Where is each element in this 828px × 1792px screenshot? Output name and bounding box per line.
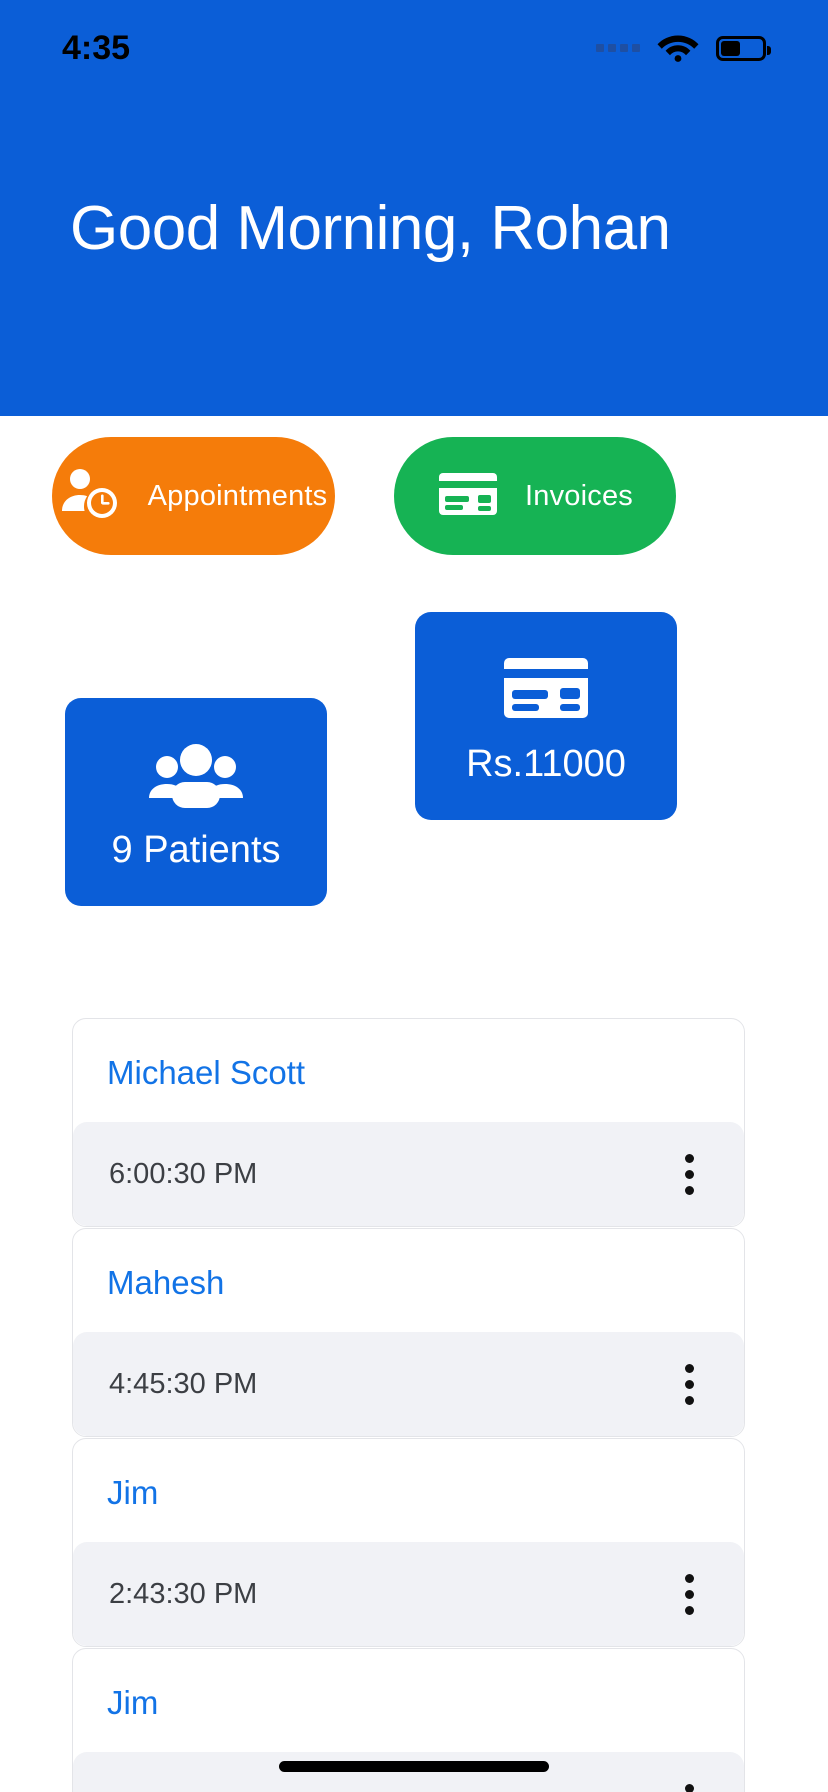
patient-name[interactable]: Jim bbox=[73, 1649, 744, 1752]
appointment-time-row: 6:00:30 PM bbox=[73, 1122, 744, 1226]
appointment-time-row: 2:43:30 PM bbox=[73, 1542, 744, 1646]
signal-dots-icon bbox=[596, 44, 640, 52]
appointment-time: 2:43:30 PM bbox=[109, 1577, 258, 1610]
status-bar-clock: 4:35 bbox=[62, 28, 131, 67]
appointment-time: 4:45:30 PM bbox=[109, 1367, 258, 1400]
patient-name[interactable]: Michael Scott bbox=[73, 1019, 744, 1122]
appointment-time-row bbox=[73, 1752, 744, 1792]
page-title: Good Morning, Rohan bbox=[70, 194, 671, 263]
list-item[interactable]: Jim 2:43:30 PM bbox=[72, 1438, 745, 1647]
invoices-label: Invoices bbox=[525, 479, 633, 512]
credit-card-icon bbox=[500, 654, 592, 729]
home-indicator[interactable] bbox=[279, 1761, 549, 1772]
people-group-icon bbox=[148, 740, 244, 815]
wifi-icon bbox=[656, 30, 700, 67]
status-bar-indicators bbox=[596, 30, 771, 67]
revenue-stat-card[interactable]: Rs.11000 bbox=[415, 612, 677, 820]
dots-vertical-icon[interactable] bbox=[679, 1568, 700, 1621]
patient-name[interactable]: Jim bbox=[73, 1439, 744, 1542]
appointments-label: Appointments bbox=[147, 479, 328, 512]
patients-stat-card[interactable]: 9 Patients bbox=[65, 698, 327, 906]
dots-vertical-icon[interactable] bbox=[679, 1148, 700, 1201]
list-item[interactable]: Michael Scott 6:00:30 PM bbox=[72, 1018, 745, 1227]
dots-vertical-icon[interactable] bbox=[679, 1778, 700, 1792]
app-screen: 4:35 Good Morning, Rohan Appointments In… bbox=[0, 0, 828, 1792]
dots-vertical-icon[interactable] bbox=[679, 1358, 700, 1411]
header-banner: 4:35 Good Morning, Rohan bbox=[0, 0, 828, 416]
person-clock-icon bbox=[60, 467, 122, 526]
invoices-button[interactable]: Invoices bbox=[394, 437, 676, 555]
list-item[interactable]: Mahesh 4:45:30 PM bbox=[72, 1228, 745, 1437]
revenue-amount: Rs.11000 bbox=[466, 743, 626, 785]
appointment-time-row: 4:45:30 PM bbox=[73, 1332, 744, 1436]
patients-count: 9 Patients bbox=[111, 829, 281, 871]
battery-icon bbox=[716, 35, 771, 61]
patient-name[interactable]: Mahesh bbox=[73, 1229, 744, 1332]
credit-card-icon bbox=[437, 470, 499, 523]
appointments-button[interactable]: Appointments bbox=[52, 437, 335, 555]
quick-actions: Appointments Invoices bbox=[0, 437, 828, 555]
status-bar: 4:35 bbox=[0, 0, 828, 96]
appointment-time: 6:00:30 PM bbox=[109, 1157, 258, 1190]
